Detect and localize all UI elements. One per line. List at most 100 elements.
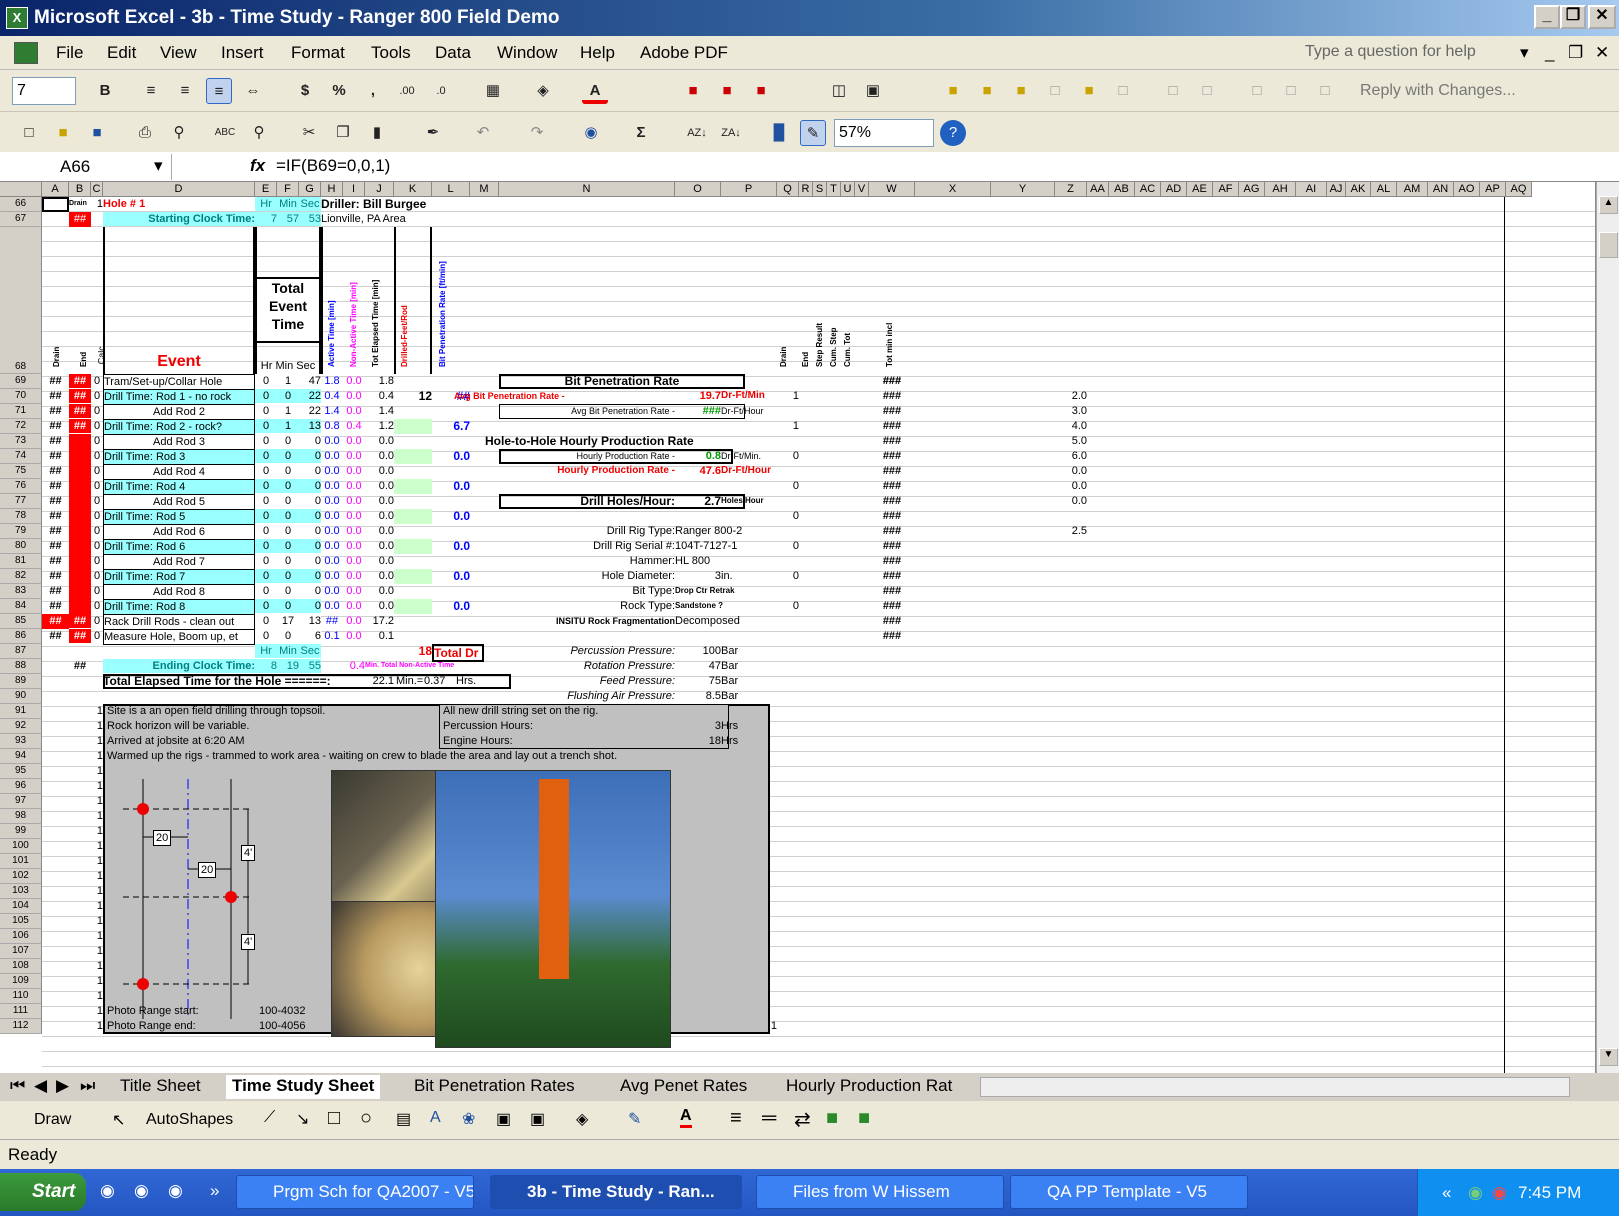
row-header-95[interactable]: 95 — [0, 764, 42, 779]
event-name[interactable]: Drill Time: Rod 6 — [103, 539, 255, 555]
row-header-102[interactable]: 102 — [0, 869, 42, 884]
row-header-76[interactable]: 76 — [0, 479, 42, 494]
location[interactable]: Lionville, PA Area — [321, 212, 406, 226]
event-active-time[interactable]: 0.0 — [321, 434, 343, 448]
doc-close-button[interactable]: ✕ — [1595, 43, 1609, 63]
event-nonactive-time[interactable]: 0.0 — [343, 599, 365, 613]
copy-icon[interactable]: ❐ — [330, 120, 356, 146]
event-elapsed[interactable]: 0.0 — [365, 464, 394, 478]
event-sec[interactable]: 0 — [299, 554, 321, 568]
event-active-time[interactable]: 0.0 — [321, 554, 343, 568]
menu-view[interactable]: View — [160, 43, 197, 63]
event-sec[interactable]: 0 — [299, 464, 321, 478]
rig-value[interactable]: Drop Ctr Retrak — [675, 584, 775, 598]
row-header-97[interactable]: 97 — [0, 794, 42, 809]
cell-end-flag[interactable]: ## — [69, 614, 91, 628]
rig-value[interactable]: 104T-7127-1 — [675, 539, 775, 553]
event-nonactive-time[interactable]: 0.0 — [343, 404, 365, 418]
event-elapsed[interactable]: 1.2 — [365, 419, 394, 433]
event-sec[interactable]: 0 — [299, 494, 321, 508]
event-nonactive-time[interactable]: 0.0 — [343, 569, 365, 583]
bit-penetration-rate[interactable]: 0.0 — [432, 539, 470, 553]
pressure-unit[interactable]: Bar — [721, 659, 738, 673]
avg-bpr-unit[interactable]: Dr-Ft/Min — [721, 389, 765, 403]
event-elapsed[interactable]: 0.0 — [365, 554, 394, 568]
column-header-ai[interactable]: AI — [1296, 182, 1327, 197]
quicklaunch-icon-2[interactable]: ◉ — [134, 1181, 149, 1201]
scroll-down-icon[interactable]: ▼ — [1599, 1048, 1618, 1066]
column-header-an[interactable]: AN — [1428, 182, 1454, 197]
cell-b67[interactable]: ## — [69, 212, 91, 226]
bit-penetration-rate[interactable]: 0.0 — [432, 449, 470, 463]
cell-drain-flag[interactable]: ## — [42, 524, 69, 538]
cell-sec[interactable]: Sec — [299, 644, 321, 658]
cell-drain-flag[interactable]: ## — [42, 599, 69, 613]
hpr-value[interactable]: 0.8 — [675, 449, 721, 463]
column-header-f[interactable]: F — [277, 182, 299, 197]
cell-z[interactable]: 2.5 — [1055, 524, 1087, 538]
event-hr[interactable]: 0 — [255, 449, 277, 463]
review-icon-9[interactable]: □ — [1278, 78, 1304, 104]
task-files-from-w-hissem[interactable]: Files from W Hissem — [756, 1175, 1004, 1209]
column-header-r[interactable]: R — [799, 182, 813, 197]
calc-header[interactable]: Calc. — [94, 344, 108, 365]
event-sec[interactable]: 0 — [299, 509, 321, 523]
cell-w[interactable]: ### — [869, 404, 915, 418]
next-sheet-icon[interactable]: ▶ — [56, 1075, 69, 1099]
event-elapsed[interactable]: 0.0 — [365, 509, 394, 523]
cell-w[interactable]: ### — [869, 554, 915, 568]
event-name[interactable]: Drill Time: Rod 7 — [103, 569, 255, 585]
print-icon[interactable]: ⎙ — [132, 120, 158, 146]
event-nonactive-time[interactable]: 0.0 — [343, 434, 365, 448]
cut-icon[interactable]: ✂ — [296, 120, 322, 146]
dash-style-icon[interactable]: ═ — [762, 1107, 776, 1130]
column-header-ae[interactable]: AE — [1187, 182, 1213, 197]
event-nonactive-time[interactable]: 0.0 — [343, 584, 365, 598]
row-header-111[interactable]: 111 — [0, 1004, 42, 1019]
tab-title-sheet[interactable]: Title Sheet — [120, 1075, 201, 1099]
event-sec[interactable]: 0 — [299, 569, 321, 583]
cell-calc[interactable]: 0 — [91, 629, 103, 643]
event-min[interactable]: 0 — [277, 449, 299, 463]
event-header[interactable]: Event — [103, 354, 255, 370]
autoshapes-menu[interactable]: AutoShapes — [146, 1111, 233, 1129]
event-sec[interactable]: 0 — [299, 584, 321, 598]
perc-hours-value[interactable]: 3 — [675, 719, 721, 733]
cell-end-flag[interactable]: ## — [69, 374, 91, 388]
column-header-p[interactable]: P — [721, 182, 777, 197]
cell-calc[interactable]: 0 — [91, 479, 103, 493]
rig-value[interactable]: Sandstone ? — [675, 599, 775, 613]
event-name[interactable]: Drill Time: Rod 3 — [103, 449, 255, 465]
pdf-review-icon[interactable]: ■ — [748, 78, 774, 104]
redo-icon[interactable]: ↷ — [524, 120, 550, 146]
min-nonactive[interactable]: 0.4 — [343, 659, 365, 673]
event-min[interactable]: 0 — [277, 599, 299, 613]
chart-wizard-icon[interactable]: █ — [766, 120, 792, 146]
event-elapsed[interactable]: 0.0 — [365, 434, 394, 448]
event-elapsed[interactable]: 17.2 — [365, 614, 394, 628]
cell-c[interactable]: 1 — [91, 929, 103, 943]
event-elapsed[interactable]: 0.0 — [365, 599, 394, 613]
cell-hr[interactable]: Hr — [255, 197, 277, 211]
chevron-down-icon[interactable]: ▾ — [1520, 43, 1529, 63]
zoom-select[interactable]: 57% — [834, 119, 934, 147]
column-header-d[interactable]: D — [103, 182, 255, 197]
arrow-icon[interactable]: ↘ — [296, 1109, 309, 1129]
row-header-75[interactable]: 75 — [0, 464, 42, 479]
event-elapsed[interactable]: 1.4 — [365, 404, 394, 418]
cell-drain-flag[interactable]: ## — [42, 449, 69, 463]
row-header-66[interactable]: 66 — [0, 197, 42, 212]
perc-hours-label[interactable]: Percussion Hours: — [443, 719, 533, 733]
event-nonactive-time[interactable]: 0.0 — [343, 509, 365, 523]
event-sec[interactable]: 0 — [299, 434, 321, 448]
note-line[interactable]: Site is a an open field drilling through… — [107, 704, 325, 718]
row-header-99[interactable]: 99 — [0, 824, 42, 839]
event-min[interactable]: 17 — [277, 614, 299, 628]
cell-w[interactable]: ### — [869, 434, 915, 448]
cell-calc[interactable]: 0 — [91, 554, 103, 568]
cell-end-flag[interactable]: ## — [69, 404, 91, 418]
event-name[interactable]: Drill Time: Rod 5 — [103, 509, 255, 525]
row-header-109[interactable]: 109 — [0, 974, 42, 989]
driller-name[interactable]: Driller: Bill Burgee — [321, 197, 426, 211]
event-elapsed[interactable]: 0.0 — [365, 449, 394, 463]
